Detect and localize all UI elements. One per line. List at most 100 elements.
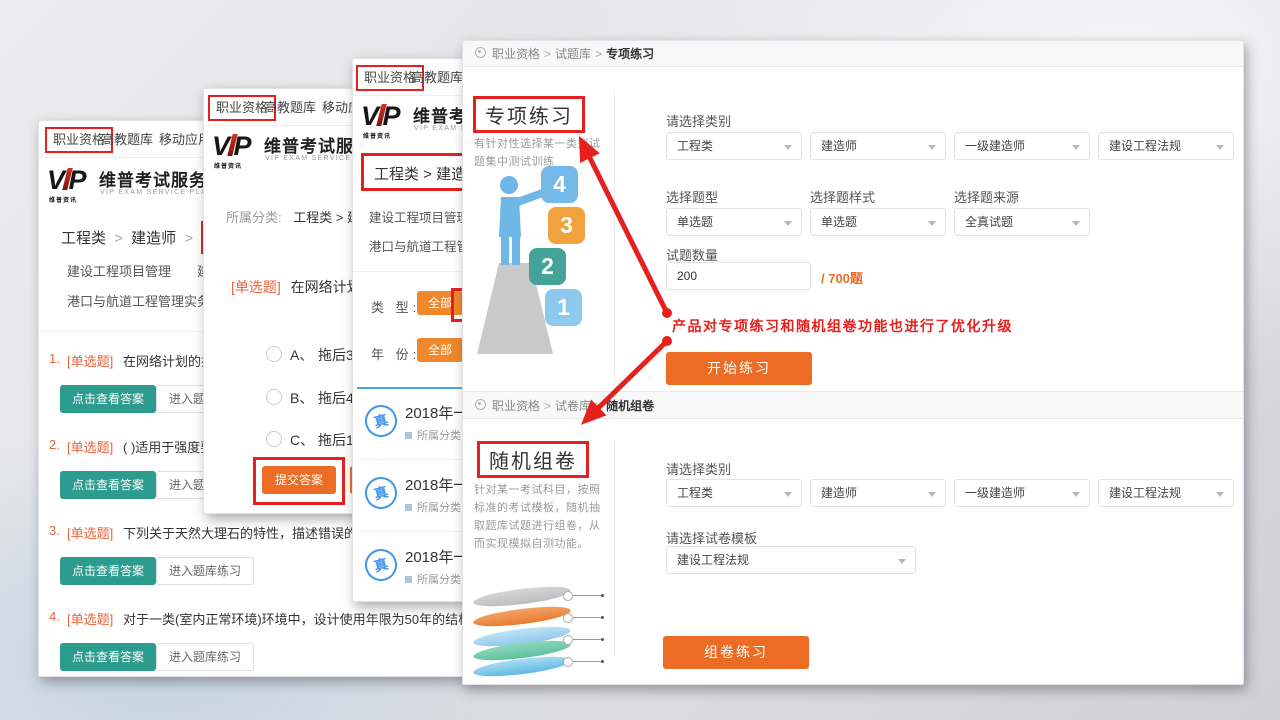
option-text: 拖后4 (318, 388, 354, 408)
chevron-down-icon (784, 221, 792, 226)
tab-higher-ed-bank[interactable]: 高教题库 (101, 131, 153, 149)
breadcrumb: 职业资格>试题库>专项练习 (463, 41, 1243, 67)
subject-menu-item[interactable]: 港口与航道工程管理实务 (67, 291, 210, 310)
chevron-down-icon (1216, 145, 1224, 150)
radio-option-c[interactable] (266, 431, 282, 447)
question-number: 4. (49, 609, 60, 624)
start-practice-button[interactable]: 开始练习 (666, 352, 812, 385)
filter-type-label: 类 型: (371, 297, 420, 316)
question-count-total: / 700题 (821, 268, 863, 287)
callout-line (573, 617, 601, 618)
category-select-label: 请选择类别 (666, 459, 731, 478)
dropdown-profession[interactable]: 建造师 (810, 132, 946, 160)
radio-option-b[interactable] (266, 389, 282, 405)
dropdown-level[interactable]: 一级建造师 (954, 132, 1090, 160)
subject-menu-item[interactable]: 建设工程项目管理 (67, 261, 171, 280)
assemble-practice-button[interactable]: 组卷练习 (663, 636, 809, 669)
highlight-box-special-practice: 专项练习 (473, 96, 585, 133)
callout-line (573, 639, 601, 640)
view-answer-button[interactable]: 点击查看答案 (60, 385, 156, 413)
section-heading: 专项练习 (485, 106, 573, 128)
location-pin-icon (475, 399, 486, 410)
dropdown-question-style[interactable]: 单选题 (810, 208, 946, 236)
tab-higher-ed-bank[interactable]: 高教题库 (264, 99, 316, 117)
submit-answer-button[interactable]: 提交答案 (262, 466, 336, 494)
callout-dot (601, 638, 604, 641)
filter-year-all-button[interactable]: 全部 (417, 338, 463, 362)
dropdown-category[interactable]: 工程类 (666, 132, 802, 160)
section-description: 题集中测试训练 (474, 153, 555, 169)
chevron-down-icon (784, 145, 792, 150)
category-icon (405, 504, 412, 511)
dropdown-paper-template[interactable]: 建设工程法规 (666, 546, 916, 574)
breadcrumb-separator: > (184, 230, 193, 247)
block-1: 1 (545, 289, 582, 326)
question-number: 1. (49, 351, 60, 366)
breadcrumb-item[interactable]: 职业资格 (492, 399, 540, 413)
enter-bank-button[interactable]: 进入题库练习 (156, 557, 254, 585)
callout-circle (563, 591, 573, 601)
view-answer-button[interactable]: 点击查看答案 (60, 471, 156, 499)
question-count-input[interactable] (666, 262, 811, 290)
breadcrumb: 职业资格>试卷库>随机组卷 (463, 391, 1243, 419)
enter-bank-button[interactable]: 进入题库练习 (156, 643, 254, 671)
template-select-label: 请选择试卷模板 (666, 528, 757, 547)
block-4: 4 (541, 166, 578, 203)
chevron-down-icon (928, 145, 936, 150)
section-description: 有针对性选择某一类型试 (474, 135, 601, 151)
chevron-down-icon (898, 559, 906, 564)
option-key: B、 (290, 388, 313, 408)
breadcrumb-item-builder[interactable]: 建造师 (131, 230, 176, 247)
callout-line (573, 595, 601, 596)
breadcrumb-item[interactable]: 职业资格 (492, 47, 540, 61)
section-description: 针对某一考试科目，按照 (474, 481, 601, 497)
subject-menu-item[interactable]: 建设工程项目管理 (369, 207, 469, 226)
chevron-down-icon (1072, 492, 1080, 497)
section-description: 而实现模拟自测功能。 (474, 535, 589, 551)
dropdown-level[interactable]: 一级建造师 (954, 479, 1090, 507)
question-type-tag: [单选题] (67, 437, 113, 456)
section-heading: 随机组卷 (489, 451, 577, 473)
view-answer-button[interactable]: 点击查看答案 (60, 557, 156, 585)
dropdown-question-source[interactable]: 全真试题 (954, 208, 1090, 236)
chevron-down-icon (1072, 221, 1080, 226)
category-icon (405, 432, 412, 439)
radio-option-a[interactable] (266, 346, 282, 362)
breadcrumb-item[interactable]: 试卷库 (555, 399, 591, 413)
panel-divider (614, 441, 615, 656)
callout-circle (563, 657, 573, 667)
dropdown-profession[interactable]: 建造师 (810, 479, 946, 507)
breadcrumb-current: 专项练习 (606, 47, 654, 61)
callout-dot (601, 594, 604, 597)
authentic-badge: 真 (361, 473, 400, 512)
section-description: 标准的考试模板，随机抽 (474, 499, 601, 515)
view-answer-button[interactable]: 点击查看答案 (60, 643, 156, 671)
callout-circle (563, 635, 573, 645)
authentic-badge: 真 (361, 401, 400, 440)
tab-higher-ed-bank[interactable]: 高教题库 (411, 69, 463, 87)
dropdown-subject[interactable]: 建设工程法规 (1098, 132, 1234, 160)
callout-circle (563, 613, 573, 623)
vip-logo-caption: 维普资讯 (214, 161, 242, 170)
breadcrumb-item[interactable]: 试题库 (555, 47, 591, 61)
breadcrumb-item-category[interactable]: 工程类 (61, 230, 106, 247)
chevron-down-icon (1216, 492, 1224, 497)
breadcrumb-separator: > (595, 47, 602, 61)
callout-line (573, 661, 601, 662)
authentic-badge: 真 (361, 545, 400, 584)
question-style-label: 选择题样式 (810, 187, 875, 206)
question-number: 2. (49, 437, 60, 452)
question-type-tag: [单选题] (231, 279, 281, 295)
highlight-box-random-paper: 随机组卷 (477, 441, 589, 478)
breadcrumb-current: 随机组卷 (606, 399, 654, 413)
vip-logo-caption: 维普资讯 (49, 195, 77, 204)
breadcrumb-separator: > (544, 399, 551, 413)
chevron-down-icon (928, 221, 936, 226)
chevron-down-icon (784, 492, 792, 497)
chevron-down-icon (928, 492, 936, 497)
annotation-note: 产品对专项练习和随机组卷功能也进行了优化升级 (672, 316, 1013, 336)
vip-logo-caption: 维普资讯 (363, 131, 391, 140)
dropdown-category[interactable]: 工程类 (666, 479, 802, 507)
dropdown-question-type[interactable]: 单选题 (666, 208, 802, 236)
dropdown-subject[interactable]: 建设工程法规 (1098, 479, 1234, 507)
